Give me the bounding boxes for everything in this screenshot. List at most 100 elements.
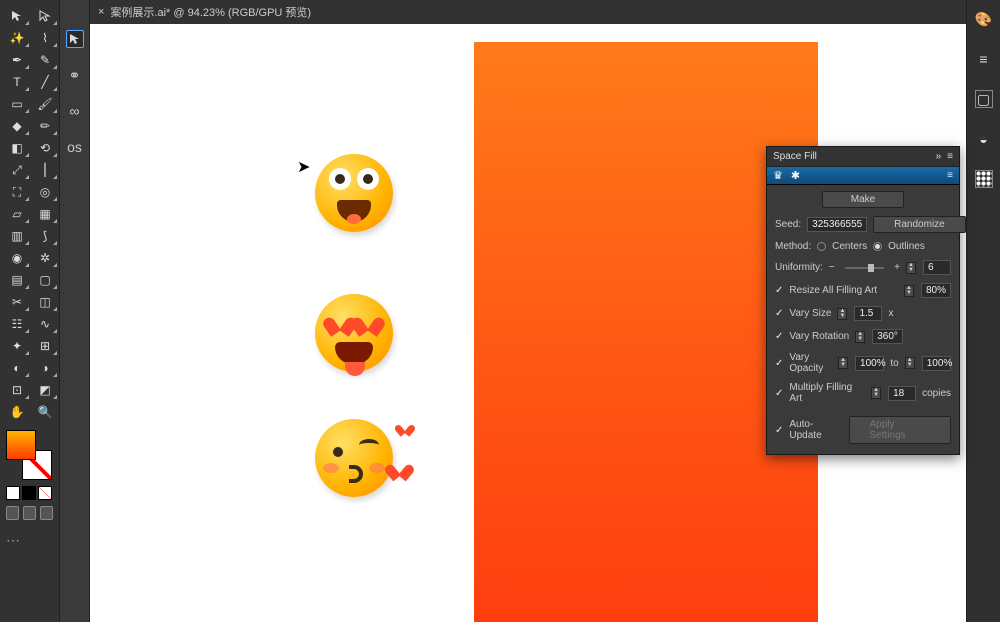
misc-tool-3[interactable]: ◑ <box>32 358 58 378</box>
draw-normal[interactable] <box>6 506 19 520</box>
line-tool[interactable]: ╱ <box>32 72 58 92</box>
eraser-tool[interactable]: ◧ <box>4 138 30 158</box>
fill-stroke-swatch[interactable] <box>4 430 54 480</box>
mouth-open-icon <box>337 200 371 222</box>
panel-header[interactable]: Space Fill » ≡ <box>767 147 959 167</box>
anchor-tool[interactable]: ◫ <box>32 292 58 312</box>
misc-tool-1[interactable]: ⊞ <box>32 336 58 356</box>
close-tab-icon[interactable]: × <box>98 6 104 18</box>
vary-rotation-stepper[interactable]: ▲▼ <box>855 331 865 343</box>
strip-selection-icon[interactable] <box>66 30 84 48</box>
pencil-tool[interactable]: ✏ <box>32 116 58 136</box>
uniformity-input[interactable]: 6 <box>923 260 951 275</box>
vary-size-input[interactable]: 1.5 <box>854 306 882 321</box>
uniformity-stepper[interactable]: ▲▼ <box>906 262 916 274</box>
color-mode-solid[interactable] <box>6 486 20 500</box>
rotate-tool[interactable]: ⟲ <box>32 138 58 158</box>
tab-menu-icon[interactable]: ≡ <box>947 170 953 181</box>
uniformity-plus: + <box>894 262 900 273</box>
menu-icon[interactable]: ≡ <box>975 50 993 68</box>
free-transform-tool[interactable]: ⛶ <box>4 182 30 202</box>
color-mode-none[interactable] <box>38 486 52 500</box>
multiply-checkbox[interactable]: ✓ <box>775 388 783 399</box>
gear-icon[interactable]: ✱ <box>791 169 800 182</box>
magic-wand-tool[interactable]: ✨ <box>4 28 30 48</box>
column-graph2-tool[interactable]: ☷ <box>4 314 30 334</box>
misc-tool-5[interactable]: ◩ <box>32 380 58 400</box>
vary-size-checkbox[interactable]: ✓ <box>775 308 783 319</box>
hand-tool[interactable]: ✋ <box>4 402 30 422</box>
randomize-button[interactable]: Randomize <box>873 216 966 233</box>
paintbrush-tool[interactable]: 🖌 <box>32 94 58 114</box>
vary-opacity-label: Vary Opacity <box>789 352 832 374</box>
uniformity-slider[interactable] <box>845 267 885 269</box>
rectangle-tool[interactable]: ▭ <box>4 94 30 114</box>
fill-swatch[interactable] <box>6 430 36 460</box>
draw-behind[interactable] <box>23 506 36 520</box>
vary-opacity-from-stepper[interactable]: ▲▼ <box>838 357 848 369</box>
width-tool[interactable]: ⎮ <box>32 160 58 180</box>
slice-tool[interactable]: ✂ <box>4 292 30 312</box>
selection-tool[interactable] <box>4 6 30 26</box>
scale-tool[interactable]: ⤢ <box>4 160 30 180</box>
strip-loop-icon[interactable]: ∞ <box>66 102 84 120</box>
resize-label: Resize All Filling Art <box>789 285 877 296</box>
multiply-input[interactable]: 18 <box>888 386 916 401</box>
shape-builder-tool[interactable]: ◎ <box>32 182 58 202</box>
column-graph-tool[interactable]: ▤ <box>4 270 30 290</box>
mesh-tool[interactable]: ▦ <box>32 204 58 224</box>
perspective-tool[interactable]: ▱ <box>4 204 30 224</box>
crown-icon[interactable]: ♛ <box>773 169 783 182</box>
appearance-panel-icon[interactable]: ◒ <box>975 130 993 148</box>
resize-input[interactable]: 80% <box>921 283 951 298</box>
draw-inside[interactable] <box>40 506 53 520</box>
vary-opacity-checkbox[interactable]: ✓ <box>775 358 783 369</box>
auto-update-checkbox[interactable]: ✓ <box>775 425 783 436</box>
apply-settings-button[interactable]: Apply Settings <box>849 416 951 444</box>
left-toolbar: ✨ ⌇ ✒ ✎ T ╱ ▭ 🖌 ◆ ✏ ◧ ⟲ ⤢ ⎮ ⛶ ◎ ▱ ▦ ▥ ⟆ … <box>0 0 60 622</box>
blend-tool[interactable]: ◉ <box>4 248 30 268</box>
zoom-tool[interactable]: 🔍 <box>32 402 58 422</box>
collapse-icon[interactable]: » <box>936 151 942 162</box>
gradient-tool[interactable]: ▥ <box>4 226 30 246</box>
symbol-sprayer-tool[interactable]: ✲ <box>32 248 58 268</box>
resize-stepper[interactable]: ▲▼ <box>904 285 914 297</box>
vary-opacity-to-stepper[interactable]: ▲▼ <box>905 357 915 369</box>
vary-rotation-input[interactable]: 360° <box>872 329 903 344</box>
emoji-surprised[interactable] <box>315 154 393 232</box>
method-outlines-radio[interactable] <box>873 242 882 251</box>
lasso-tool[interactable]: ⌇ <box>32 28 58 48</box>
libraries-panel-icon[interactable]: ▢ <box>975 90 993 108</box>
vary-rotation-checkbox[interactable]: ✓ <box>775 331 783 342</box>
pen-tool[interactable]: ✒ <box>4 50 30 70</box>
vary-opacity-to-label: to <box>890 358 898 369</box>
screen-mode[interactable]: ⋯ <box>0 526 59 555</box>
method-centers-label: Centers <box>832 241 867 252</box>
curvature-tool[interactable]: ✎ <box>32 50 58 70</box>
strip-link-icon[interactable]: ⚭ <box>66 66 84 84</box>
eyedropper-tool[interactable]: ⟆ <box>32 226 58 246</box>
direct-selection-tool[interactable] <box>32 6 58 26</box>
resize-checkbox[interactable]: ✓ <box>775 285 783 296</box>
make-button[interactable]: Make <box>822 191 904 208</box>
seed-input[interactable]: 325366555 <box>807 217 867 232</box>
strip-os-icon[interactable]: os <box>66 138 84 156</box>
emoji-kiss[interactable] <box>315 419 393 497</box>
emoji-heart-eyes[interactable] <box>315 294 393 372</box>
vary-size-stepper[interactable]: ▲▼ <box>837 308 847 320</box>
spray-tool[interactable]: ✦ <box>4 336 30 356</box>
spacefill-panel-icon[interactable] <box>975 170 993 188</box>
shaper-tool[interactable]: ◆ <box>4 116 30 136</box>
method-centers-radio[interactable] <box>817 242 826 251</box>
vary-opacity-to-input[interactable]: 100% <box>922 356 951 371</box>
type-tool[interactable]: T <box>4 72 30 92</box>
misc-tool-4[interactable]: ⊡ <box>4 380 30 400</box>
panel-menu-icon[interactable]: ≡ <box>947 151 953 162</box>
color-mode-black[interactable] <box>22 486 36 500</box>
vary-opacity-from-input[interactable]: 100% <box>855 356 884 371</box>
curve-tool[interactable]: ∿ <box>32 314 58 334</box>
multiply-stepper[interactable]: ▲▼ <box>871 387 881 399</box>
properties-panel-icon[interactable]: 🎨 <box>975 10 993 28</box>
misc-tool-2[interactable]: ◐ <box>4 358 30 378</box>
artboard-tool[interactable]: ▢ <box>32 270 58 290</box>
